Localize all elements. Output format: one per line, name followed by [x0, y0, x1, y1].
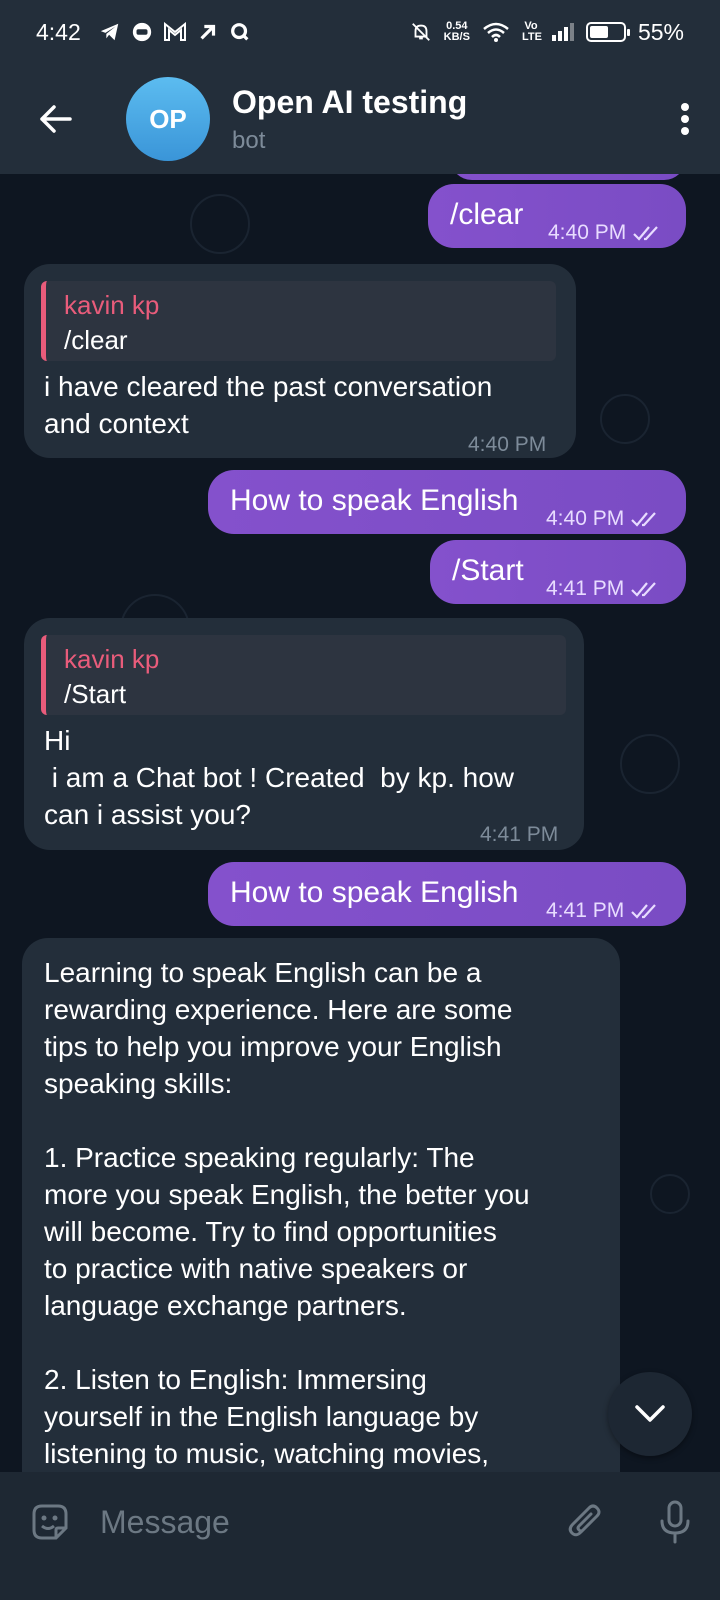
message-meta: 4:41 PM — [546, 892, 660, 929]
message-bubble-incoming[interactable]: Learning to speak English can be a rewar… — [22, 938, 620, 1498]
reply-text: /Start — [64, 679, 127, 709]
signal-icon — [551, 23, 574, 41]
arrow-up-right-icon — [200, 24, 215, 40]
system-nav-bar — [0, 1572, 720, 1600]
message-bubble-incoming[interactable]: kavin kp /clear i have cleared the past … — [24, 264, 576, 458]
message-time: 4:40 PM — [548, 221, 627, 244]
paperclip-icon — [568, 1504, 601, 1537]
message-time: 4:41 PM — [546, 577, 625, 600]
net-speed-unit: KB/S — [443, 31, 470, 43]
kebab-menu-icon — [681, 103, 689, 135]
battery-percent: 55% — [637, 18, 684, 45]
chat-app-icon — [132, 22, 151, 42]
wifi-icon — [483, 22, 509, 42]
chat-header: OP Open AI testing bot — [0, 64, 720, 174]
status-time: 4:42 — [36, 18, 81, 45]
search-q-icon — [230, 23, 249, 41]
back-arrow-icon — [40, 105, 72, 133]
network-speed: 0.54 KB/S — [444, 21, 470, 43]
message-text: How to speak English — [230, 876, 519, 909]
message-bubble-outgoing[interactable]: /Start 4:41 PM — [430, 540, 686, 604]
back-button[interactable] — [0, 64, 110, 174]
scroll-down-button[interactable] — [608, 1372, 692, 1456]
background-doodle — [600, 394, 650, 444]
chat-subtitle: bot — [232, 126, 266, 154]
message-time: 4:40 PM — [468, 433, 547, 456]
message-bubble-outgoing[interactable]: How to speak English 4:40 PM — [208, 470, 686, 534]
message-meta: 4:40 PM — [546, 500, 660, 537]
attach-button[interactable] — [540, 1472, 630, 1572]
message-time: 4:40 PM — [546, 507, 625, 530]
sticker-smile-icon — [32, 1504, 68, 1540]
background-doodle — [650, 1174, 690, 1214]
reply-author: kavin kp — [64, 644, 160, 674]
chat-title: Open AI testing — [232, 83, 468, 120]
mute-bell-icon — [411, 23, 430, 41]
telegram-icon — [100, 23, 119, 41]
message-bubble-incoming[interactable]: kavin kp /Start Hi i am a Chat bot ! Cre… — [24, 618, 584, 850]
message-input[interactable] — [100, 1503, 540, 1541]
microphone-icon — [660, 1500, 690, 1544]
more-options-button[interactable] — [650, 64, 720, 174]
message-bubble-partial[interactable] — [450, 174, 686, 180]
double-check-icon — [631, 511, 657, 527]
avatar[interactable]: OP — [126, 77, 210, 161]
reply-quote[interactable]: kavin kp /Start — [41, 635, 566, 715]
background-doodle — [190, 194, 250, 254]
voice-record-button[interactable] — [630, 1472, 720, 1572]
background-doodle — [620, 734, 680, 794]
sticker-button[interactable] — [0, 1472, 100, 1572]
double-check-icon — [631, 903, 657, 919]
gmail-icon — [163, 22, 186, 41]
reply-text: /clear — [64, 325, 128, 355]
message-text: How to speak English — [230, 484, 519, 517]
double-check-icon — [631, 581, 657, 597]
message-meta: 4:41 PM — [546, 570, 660, 607]
message-text: /clear — [450, 198, 524, 231]
message-text: /Start — [452, 554, 524, 587]
message-bubble-outgoing[interactable]: How to speak English 4:41 PM — [208, 862, 686, 926]
message-text: Learning to speak English can be a rewar… — [44, 957, 530, 1469]
notification-icons — [99, 21, 251, 43]
double-check-icon — [633, 225, 659, 241]
message-meta: 4:40 PM — [548, 214, 662, 251]
message-composer — [0, 1472, 720, 1572]
volte-label: Vo LTE — [521, 20, 542, 43]
reply-author: kavin kp — [64, 290, 160, 320]
system-icons: 0.54 KB/S Vo LTE 55% — [410, 19, 684, 46]
message-bubble-outgoing[interactable]: /clear 4:40 PM — [428, 184, 686, 248]
reply-quote[interactable]: kavin kp /clear — [41, 281, 556, 361]
battery-icon — [585, 22, 630, 42]
message-time: 4:41 PM — [546, 899, 625, 922]
chat-title-block[interactable]: Open AI testing bot — [232, 84, 467, 155]
chevron-down-icon — [635, 1405, 665, 1422]
status-bar: 4:42 0.54 KB/S Vo LTE 55% — [0, 0, 720, 64]
message-list[interactable]: /clear 4:40 PM kavin kp /clear i have cl… — [0, 174, 720, 1498]
message-time: 4:41 PM — [480, 823, 559, 846]
